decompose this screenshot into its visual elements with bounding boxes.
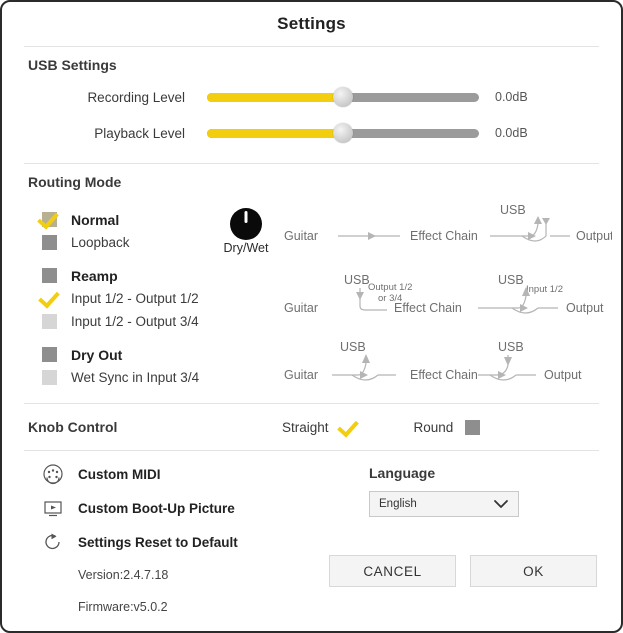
dry-wet-knob[interactable] bbox=[230, 207, 262, 240]
checkbox-loopback[interactable] bbox=[42, 235, 57, 250]
routing-row-dryout: Dry Out Wet Sync in Input 3/4 Guitar USB bbox=[2, 333, 621, 399]
checkbox-wet-sync[interactable] bbox=[42, 370, 57, 385]
routing-row-normal: Normal Loopback Dry/Wet Guitar Effect Ch… bbox=[2, 198, 621, 264]
routing-options-reamp: Reamp Input 1/2 - Output 1/2 Input 1/2 -… bbox=[2, 264, 232, 333]
settings-reset-label: Settings Reset to Default bbox=[78, 534, 238, 550]
diagram-usb-left-label: USB bbox=[344, 273, 370, 287]
option-label: Loopback bbox=[71, 235, 130, 250]
knob-control-label-round: Round bbox=[413, 419, 454, 435]
titlebar: Settings bbox=[2, 2, 621, 46]
routing-row-reamp: Reamp Input 1/2 - Output 1/2 Input 1/2 -… bbox=[2, 264, 621, 333]
language-select[interactable]: English bbox=[369, 491, 519, 517]
option-label: Input 1/2 - Output 3/4 bbox=[71, 314, 199, 329]
diagram-middle-label: Effect Chain bbox=[410, 368, 478, 382]
option-wet-sync[interactable]: Wet Sync in Input 3/4 bbox=[42, 366, 232, 389]
checkbox-in12-out12[interactable] bbox=[42, 291, 57, 306]
firmware-text: Firmware:v5.0.2 bbox=[78, 600, 168, 614]
checkbox-in12-out34[interactable] bbox=[42, 314, 57, 329]
midi-icon bbox=[42, 463, 64, 485]
option-label: Normal bbox=[71, 211, 120, 228]
option-reamp[interactable]: Reamp bbox=[42, 264, 232, 287]
slider-label-playback: Playback Level bbox=[94, 125, 185, 141]
dry-wet-knob-label: Dry/Wet bbox=[223, 240, 269, 255]
routing-options-normal: Normal Loopback bbox=[2, 208, 232, 254]
diagram-usb-right-label: USB bbox=[500, 203, 526, 217]
knob-control-option-straight[interactable]: Straight bbox=[282, 420, 356, 435]
checkbox-round[interactable] bbox=[465, 419, 481, 435]
routing-diagram-reamp: Guitar USB Output 1/2 or 3/4 Effect Chai… bbox=[282, 268, 621, 330]
option-loopback[interactable]: Loopback bbox=[42, 231, 232, 254]
custom-boot-picture-label: Custom Boot-Up Picture bbox=[78, 500, 235, 516]
routing-diagram-normal: Guitar Effect Chain USB Output bbox=[282, 200, 621, 262]
slider-fill bbox=[207, 128, 343, 138]
section-header-knob-control: Knob Control bbox=[28, 419, 118, 435]
slider-label-recording: Recording Level bbox=[87, 89, 185, 105]
row-custom-midi[interactable]: Custom MIDI bbox=[2, 457, 329, 491]
diagram-middle-label: Effect Chain bbox=[410, 229, 478, 243]
slider-row-playback: Playback Level 0.0dB bbox=[2, 115, 621, 151]
diagram-source-label: Guitar bbox=[284, 301, 318, 315]
version-text: Version:2.4.7.18 bbox=[78, 568, 169, 582]
knob-control-option-round[interactable]: Round bbox=[413, 419, 481, 435]
option-label: Input 1/2 - Output 1/2 bbox=[71, 291, 199, 306]
option-label: Dry Out bbox=[71, 346, 123, 363]
diagram-usb-right-label: USB bbox=[498, 273, 524, 287]
dry-wet-knob-group[interactable]: Dry/Wet bbox=[210, 207, 282, 255]
recording-level-slider[interactable] bbox=[207, 87, 479, 107]
row-settings-reset[interactable]: Settings Reset to Default bbox=[2, 525, 329, 559]
recording-level-value: 0.0dB bbox=[495, 90, 528, 104]
option-label: Wet Sync in Input 3/4 bbox=[71, 370, 200, 385]
diagram-output-label: Output bbox=[566, 301, 604, 315]
language-header: Language bbox=[369, 465, 436, 481]
dialog-buttons: CANCEL OK bbox=[329, 555, 597, 587]
diagram-usb-right-label: USB bbox=[498, 340, 524, 354]
ok-button[interactable]: OK bbox=[470, 555, 597, 587]
page-title: Settings bbox=[277, 14, 346, 33]
playback-level-value: 0.0dB bbox=[495, 126, 528, 140]
checkbox-normal[interactable] bbox=[42, 212, 57, 227]
settings-dialog: Settings USB Settings Recording Level 0.… bbox=[0, 0, 623, 633]
playback-level-slider[interactable] bbox=[207, 123, 479, 143]
knob-control-section: Knob Control Straight Round bbox=[2, 404, 621, 450]
option-dry-out[interactable]: Dry Out bbox=[42, 343, 232, 366]
routing-options-dryout: Dry Out Wet Sync in Input 3/4 bbox=[2, 343, 232, 389]
knob-control-label-straight: Straight bbox=[282, 419, 329, 435]
diagram-usb-left-note: Output 1/2 bbox=[368, 282, 412, 293]
checkbox-straight[interactable] bbox=[341, 420, 356, 435]
checkbox-reamp[interactable] bbox=[42, 268, 57, 283]
routing-mode-list: Normal Loopback Dry/Wet Guitar Effect Ch… bbox=[2, 196, 621, 403]
section-header-usb: USB Settings bbox=[28, 57, 117, 73]
section-header-routing: Routing Mode bbox=[28, 174, 122, 190]
diagram-source-label: Guitar bbox=[284, 368, 318, 382]
custom-midi-label: Custom MIDI bbox=[78, 466, 161, 482]
option-in12-out34[interactable]: Input 1/2 - Output 3/4 bbox=[42, 310, 232, 333]
chevron-down-icon bbox=[493, 499, 509, 509]
diagram-usb-left-label: USB bbox=[340, 340, 366, 354]
slider-fill bbox=[207, 92, 343, 102]
diagram-source-label: Guitar bbox=[284, 229, 318, 243]
option-label: Reamp bbox=[71, 267, 118, 284]
diagram-output-label: Output bbox=[544, 368, 582, 382]
option-in12-out12[interactable]: Input 1/2 - Output 1/2 bbox=[42, 287, 232, 310]
language-selected-value: English bbox=[379, 498, 417, 510]
bottom-left: Custom MIDI Custom Boot-Up Picture Setti… bbox=[2, 457, 329, 623]
row-custom-boot-picture[interactable]: Custom Boot-Up Picture bbox=[2, 491, 329, 525]
slider-thumb[interactable] bbox=[333, 87, 353, 107]
cancel-button[interactable]: CANCEL bbox=[329, 555, 456, 587]
slider-thumb[interactable] bbox=[333, 123, 353, 143]
slider-row-recording: Recording Level 0.0dB bbox=[2, 79, 621, 115]
option-normal[interactable]: Normal bbox=[42, 208, 232, 231]
reset-icon bbox=[42, 531, 64, 553]
routing-diagram-dryout: Guitar USB Effect Chain USB Output bbox=[282, 335, 621, 397]
boot-picture-icon bbox=[42, 497, 64, 519]
diagram-output-label: Output bbox=[576, 229, 612, 243]
diagram-middle-label: Effect Chain bbox=[394, 301, 462, 315]
bottom-section: Custom MIDI Custom Boot-Up Picture Setti… bbox=[2, 451, 621, 623]
usb-sliders: Recording Level 0.0dB Playback Level 0.0… bbox=[2, 79, 621, 151]
bottom-right: Language English CANCEL OK bbox=[329, 457, 621, 623]
diagram-usb-right-note: Input 1/2 bbox=[526, 284, 563, 295]
checkbox-dry-out[interactable] bbox=[42, 347, 57, 362]
